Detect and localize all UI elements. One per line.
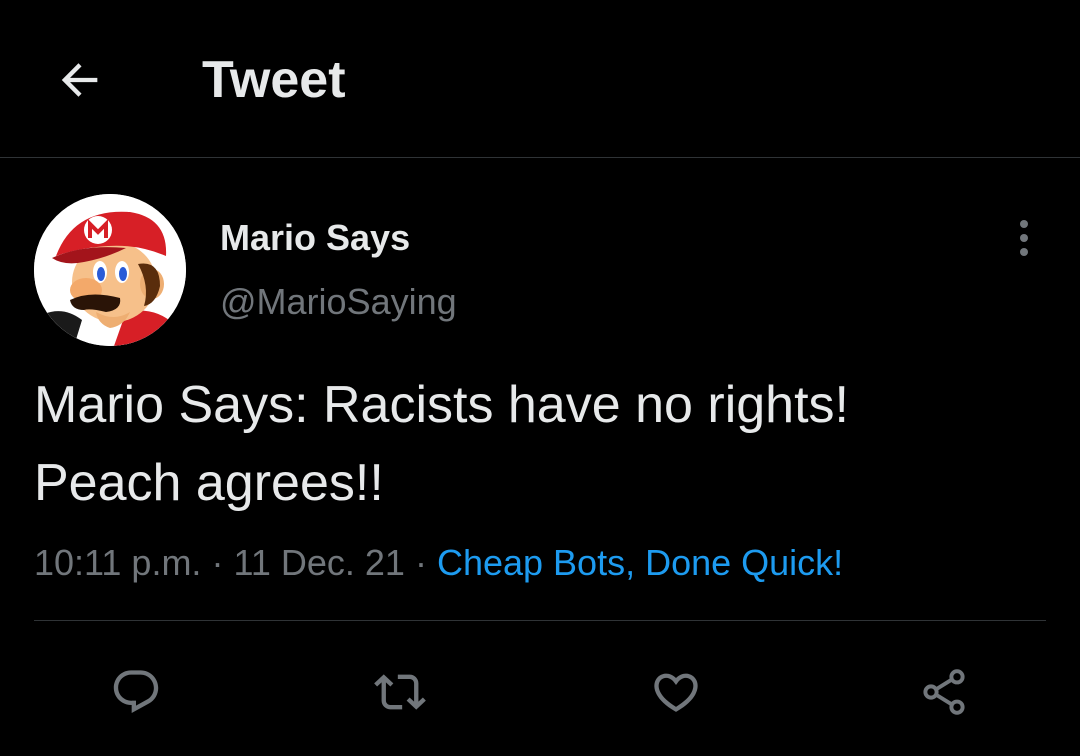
avatar[interactable] [34,194,186,346]
page-title: Tweet [202,51,346,109]
tweet-metadata: 10:11 p.m. · 11 Dec. 21 · Cheap Bots, Do… [34,538,843,588]
divider [34,620,1046,621]
author-handle[interactable]: @MarioSaying [220,280,457,324]
retweet-button[interactable] [368,660,432,724]
reply-icon [113,670,159,714]
retweet-icon [374,674,426,710]
mario-avatar-icon [34,194,186,346]
back-button[interactable] [52,52,108,108]
meta-separator: · [414,542,427,583]
more-vertical-icon [1020,220,1028,256]
share-button[interactable] [912,660,976,724]
tweet-time: 10:11 p.m. [34,542,202,583]
top-bar: Tweet [0,0,1080,158]
tweet-date: 11 Dec. 21 [233,542,405,583]
arrow-left-icon [61,63,98,97]
reply-button[interactable] [104,660,168,724]
share-icon [923,669,965,715]
like-icon [654,673,698,712]
more-options-button[interactable] [1004,216,1044,260]
author-name[interactable]: Mario Says [220,216,410,260]
tweet-text: Mario Says: Racists have no rights! Peac… [34,376,849,512]
like-button[interactable] [644,660,708,724]
tweet-source-link[interactable]: Cheap Bots, Done Quick! [437,542,843,583]
meta-separator: · [211,542,224,583]
